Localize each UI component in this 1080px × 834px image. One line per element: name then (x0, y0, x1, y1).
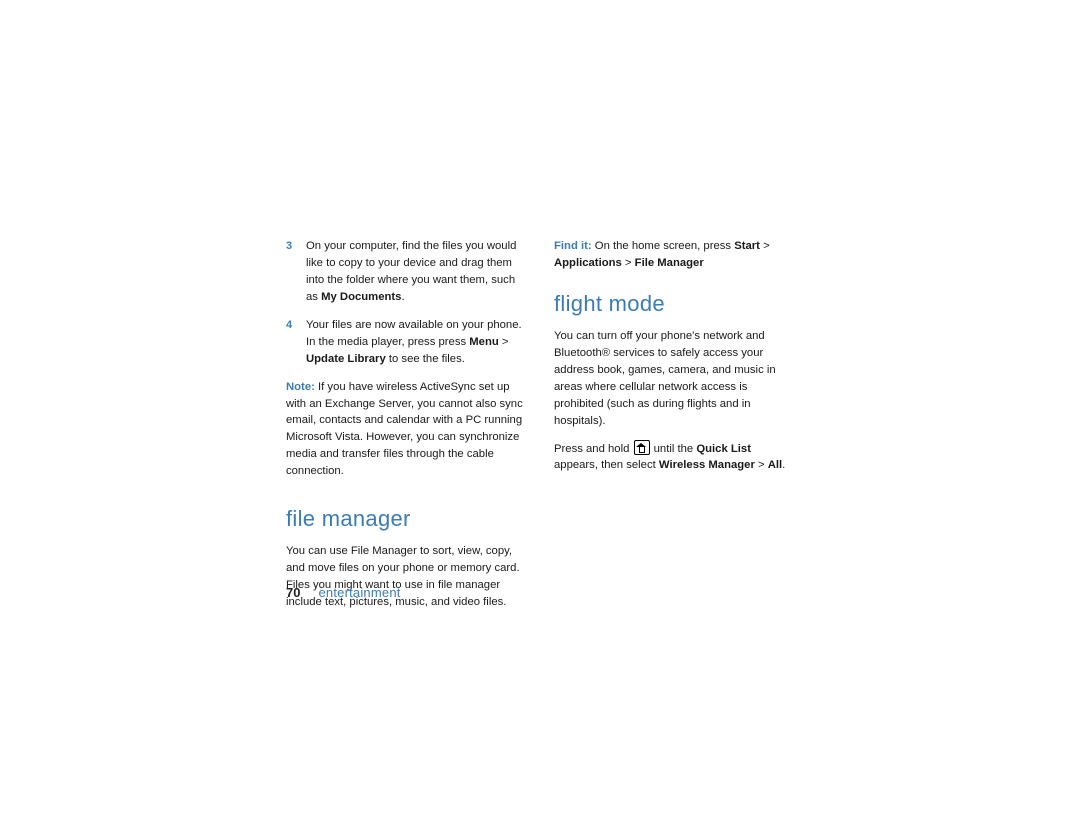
wireless-manager-label: Wireless Manager (659, 459, 755, 471)
step-4: 4 Your files are now available on your p… (286, 317, 526, 368)
file-manager-label: File Manager (635, 257, 704, 269)
applications-label: Applications (554, 257, 622, 269)
heading-file-manager: file manager (286, 502, 526, 535)
right-column: Find it: On the home screen, press Start… (554, 238, 794, 611)
menu-label: Menu (469, 336, 499, 348)
file-manager-body: You can use File Manager to sort, view, … (286, 543, 526, 611)
flight-mode-body: You can turn off your phone's network an… (554, 328, 794, 430)
find-it-text: On the home screen, press (592, 240, 735, 252)
note-paragraph: Note: If you have wireless ActiveSync se… (286, 379, 526, 481)
find-it-label: Find it: (554, 240, 592, 252)
note-text: If you have wireless ActiveSync set up w… (286, 381, 523, 478)
period: . (401, 291, 404, 303)
heading-flight-mode: flight mode (554, 287, 794, 320)
page-number: 70 (286, 585, 300, 600)
find-it-line: Find it: On the home screen, press Start… (554, 238, 794, 272)
page-footer: 70 entertainment (286, 585, 401, 600)
step-number: 3 (286, 238, 292, 255)
separator: > (755, 459, 768, 471)
note-label: Note: (286, 381, 315, 393)
left-column: 3 On your computer, find the files you w… (286, 238, 526, 611)
press-hold-line: Press and hold until the Quick List appe… (554, 440, 794, 475)
section-name: entertainment (318, 585, 400, 600)
page-body: 3 On your computer, find the files you w… (286, 238, 796, 611)
all-label: All (768, 459, 782, 471)
separator: > (760, 240, 770, 252)
step-text-tail: to see the files. (386, 353, 465, 365)
quick-list-label: Quick List (696, 443, 751, 455)
separator: > (499, 336, 509, 348)
my-documents-label: My Documents (321, 291, 401, 303)
start-label: Start (734, 240, 760, 252)
period: . (782, 459, 785, 471)
home-icon (634, 440, 650, 455)
separator: > (622, 257, 635, 269)
step-3: 3 On your computer, find the files you w… (286, 238, 526, 306)
press-text-b: until the (651, 443, 697, 455)
update-library-label: Update Library (306, 353, 386, 365)
press-text-c: appears, then select (554, 459, 659, 471)
press-text-a: Press and hold (554, 443, 633, 455)
step-number: 4 (286, 317, 292, 334)
